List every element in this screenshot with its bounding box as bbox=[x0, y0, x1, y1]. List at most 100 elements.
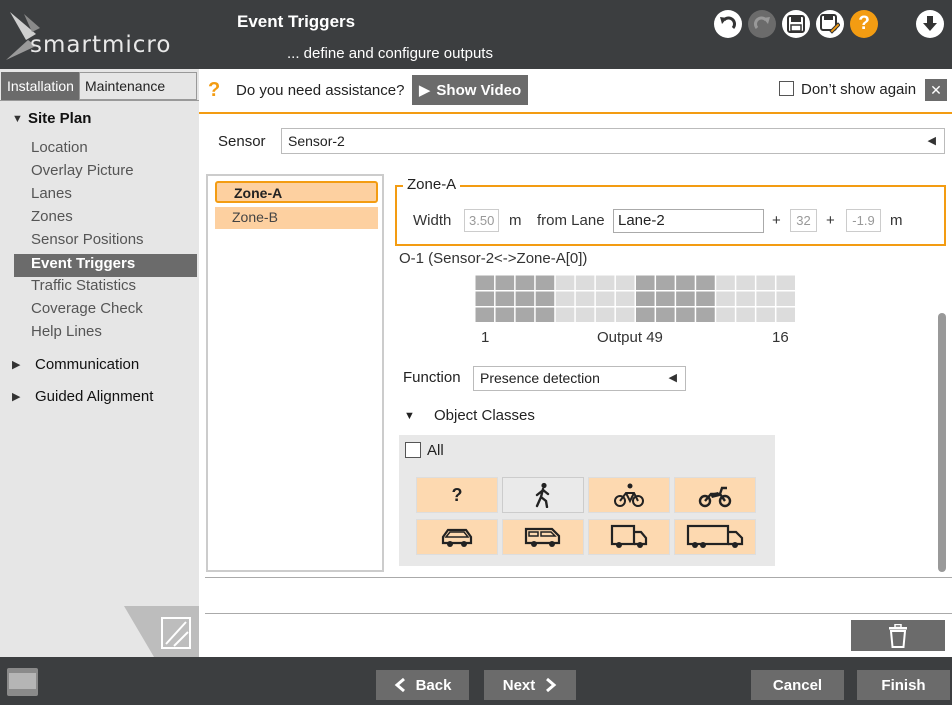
output-grid-cell[interactable] bbox=[696, 275, 715, 291]
output-grid-cell[interactable] bbox=[696, 291, 715, 307]
nav-item-traffic-statistics[interactable]: Traffic Statistics bbox=[31, 275, 136, 297]
nav-item-event-triggers[interactable]: Event Triggers bbox=[31, 253, 135, 275]
output-grid-cell[interactable] bbox=[595, 275, 615, 291]
class-bicycle-button[interactable] bbox=[588, 477, 670, 513]
nav-section-guided-alignment[interactable]: ▶ Guided Alignment bbox=[12, 388, 153, 405]
vertical-scrollbar[interactable] bbox=[938, 313, 946, 572]
zone-list-item-zone-b[interactable]: Zone-B bbox=[215, 207, 378, 229]
offset-input-1[interactable]: 32 bbox=[790, 209, 817, 232]
output-grid-cell[interactable] bbox=[636, 275, 655, 291]
offset-input-2[interactable]: -1.9 bbox=[846, 209, 881, 232]
nav-item-zones[interactable]: Zones bbox=[31, 206, 73, 228]
output-grid-cell[interactable] bbox=[575, 307, 595, 323]
output-grid-cell[interactable] bbox=[615, 307, 635, 323]
redo-button[interactable] bbox=[748, 10, 776, 38]
output-grid-cell[interactable] bbox=[555, 307, 575, 323]
output-grid-cell[interactable] bbox=[676, 291, 695, 307]
output-grid-cell[interactable] bbox=[656, 275, 675, 291]
output-grid-cell[interactable] bbox=[776, 275, 795, 291]
output-grid-cell[interactable] bbox=[716, 307, 735, 323]
output-grid-cell[interactable] bbox=[475, 307, 495, 323]
lane-input[interactable]: Lane-2 bbox=[613, 209, 764, 233]
object-classes-header[interactable]: ▼ Object Classes bbox=[404, 407, 535, 424]
output-grid-cell[interactable] bbox=[676, 307, 695, 323]
tab-installation[interactable]: Installation bbox=[1, 72, 79, 100]
nav-section-site-plan[interactable]: ▼ Site Plan bbox=[12, 110, 91, 127]
class-truck-button[interactable] bbox=[588, 519, 670, 555]
function-dropdown[interactable]: Presence detection ◀ bbox=[473, 366, 686, 391]
output-grid-cell[interactable] bbox=[595, 291, 615, 307]
download-button[interactable] bbox=[916, 10, 944, 38]
assistance-bar: ? Do you need assistance? ▶ Show Video D… bbox=[199, 69, 952, 114]
class-pedestrian-button[interactable] bbox=[502, 477, 584, 513]
nav-item-overlay-picture[interactable]: Overlay Picture bbox=[31, 160, 134, 182]
help-button[interactable]: ? bbox=[850, 10, 878, 38]
output-grid-cell[interactable] bbox=[495, 307, 515, 323]
output-grid-cell[interactable] bbox=[535, 307, 555, 323]
output-grid-cell[interactable] bbox=[575, 275, 595, 291]
output-grid-cell[interactable] bbox=[535, 291, 555, 307]
show-video-button[interactable]: ▶ Show Video bbox=[412, 75, 528, 105]
output-grid-cell[interactable] bbox=[696, 307, 715, 323]
save-as-button[interactable] bbox=[816, 10, 844, 38]
output-grid-cell[interactable] bbox=[756, 307, 775, 323]
all-classes-checkbox[interactable] bbox=[405, 442, 421, 458]
output-grid-cell[interactable] bbox=[656, 307, 675, 323]
nav-item-sensor-positions[interactable]: Sensor Positions bbox=[31, 229, 144, 251]
output-grid-cell[interactable] bbox=[495, 291, 515, 307]
output-grid-cell[interactable] bbox=[656, 291, 675, 307]
class-unknown-button[interactable]: ? bbox=[416, 477, 498, 513]
output-grid-cell[interactable] bbox=[615, 291, 635, 307]
output-grid-cell[interactable] bbox=[555, 275, 575, 291]
finish-button[interactable]: Finish bbox=[857, 670, 950, 700]
output-grid-cell[interactable] bbox=[736, 307, 755, 323]
close-assistance-button[interactable]: ✕ bbox=[925, 79, 947, 101]
nav-item-coverage-check[interactable]: Coverage Check bbox=[31, 298, 143, 320]
width-input[interactable]: 3.50 bbox=[464, 209, 499, 232]
panel-toggle-icon[interactable] bbox=[6, 667, 39, 697]
all-classes-label[interactable]: All bbox=[427, 442, 444, 459]
output-grid-cell[interactable] bbox=[716, 291, 735, 307]
output-grid-cell[interactable] bbox=[756, 275, 775, 291]
output-grid-cell[interactable] bbox=[555, 291, 575, 307]
sensor-dropdown[interactable]: Sensor-2 ◀ bbox=[281, 128, 945, 154]
output-grid-cell[interactable] bbox=[515, 275, 535, 291]
delete-button[interactable] bbox=[851, 620, 945, 651]
dont-show-again-checkbox[interactable] bbox=[779, 81, 794, 96]
undo-button[interactable] bbox=[714, 10, 742, 38]
output-grid-cell[interactable] bbox=[736, 275, 755, 291]
nav-item-lanes[interactable]: Lanes bbox=[31, 183, 72, 205]
output-grid-cell[interactable] bbox=[515, 307, 535, 323]
nav-item-help-lines[interactable]: Help Lines bbox=[31, 321, 102, 343]
output-grid-cell[interactable] bbox=[475, 275, 495, 291]
class-car-button[interactable] bbox=[416, 519, 498, 555]
output-grid-cell[interactable] bbox=[636, 307, 655, 323]
zone-list-item-zone-a[interactable]: Zone-A bbox=[215, 181, 378, 203]
output-grid-cell[interactable] bbox=[575, 291, 595, 307]
next-button[interactable]: Next bbox=[484, 670, 576, 700]
output-grid-cell[interactable] bbox=[475, 291, 495, 307]
back-button[interactable]: Back bbox=[376, 670, 469, 700]
cancel-button[interactable]: Cancel bbox=[751, 670, 844, 700]
save-button[interactable] bbox=[782, 10, 810, 38]
tab-maintenance[interactable]: Maintenance bbox=[79, 72, 197, 100]
dont-show-again-label[interactable]: Don’t show again bbox=[801, 81, 916, 98]
output-grid-cell[interactable] bbox=[776, 291, 795, 307]
output-grid-cell[interactable] bbox=[615, 275, 635, 291]
class-motorcycle-button[interactable] bbox=[674, 477, 756, 513]
class-long-truck-button[interactable] bbox=[674, 519, 756, 555]
output-grid-cell[interactable] bbox=[495, 275, 515, 291]
nav-section-communication[interactable]: ▶ Communication bbox=[12, 356, 139, 373]
class-van-button[interactable] bbox=[502, 519, 584, 555]
output-grid-cell[interactable] bbox=[716, 275, 735, 291]
output-grid-cell[interactable] bbox=[736, 291, 755, 307]
output-grid-cell[interactable] bbox=[535, 275, 555, 291]
output-grid-cell[interactable] bbox=[756, 291, 775, 307]
output-grid-cell[interactable] bbox=[515, 291, 535, 307]
output-grid[interactable] bbox=[475, 275, 796, 323]
output-grid-cell[interactable] bbox=[636, 291, 655, 307]
output-grid-cell[interactable] bbox=[776, 307, 795, 323]
output-grid-cell[interactable] bbox=[595, 307, 615, 323]
nav-item-location[interactable]: Location bbox=[31, 137, 88, 159]
output-grid-cell[interactable] bbox=[676, 275, 695, 291]
